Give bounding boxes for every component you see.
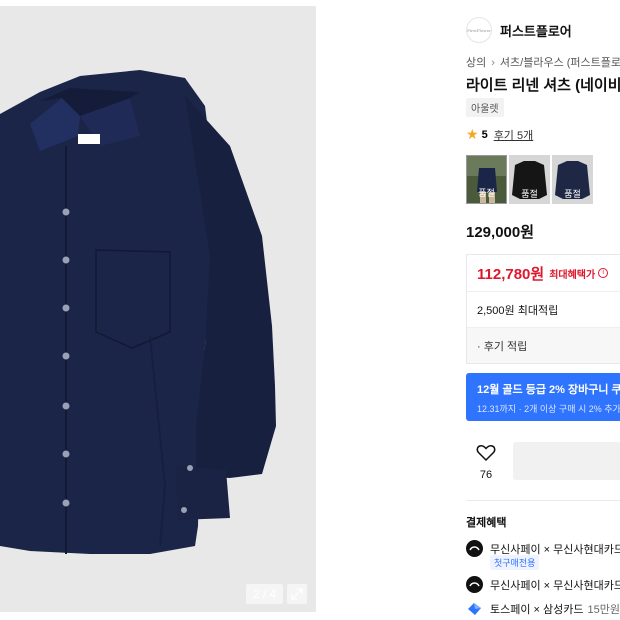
breadcrumb-item[interactable]: 셔츠/블라우스 (퍼스트플로어 <box>500 57 620 69</box>
payment-benefit-text: 무신사페이 × 무신사현대카드 <box>490 579 620 592</box>
gallery-pager: 2 / 4 <box>246 584 308 604</box>
review-count-link[interactable]: 후기 5개 <box>494 127 534 143</box>
purchase-button[interactable] <box>513 442 620 480</box>
points-row: 2,500원 최대적립 <box>467 291 620 327</box>
payment-benefit-row[interactable]: 무신사페이 × 무신사현대카드 <box>466 576 620 593</box>
chevron-right-icon: › <box>491 57 495 69</box>
wishlist-button[interactable]: 76 <box>466 442 506 482</box>
breadcrumb-item[interactable]: 상의 <box>466 57 486 69</box>
original-price: 129,000원 <box>466 224 535 241</box>
max-benefit-price: 112,780원 <box>477 265 545 283</box>
brand-link[interactable]: FirstFlower 퍼스트플로어 <box>466 16 572 44</box>
coupon-banner[interactable]: 12월 골드 등급 2% 장바구니 쿠폰 12.31까지 · 2개 이상 구매 … <box>466 373 620 421</box>
star-icon: ★ <box>466 126 479 142</box>
musinsa-pay-icon <box>466 540 483 557</box>
divider <box>466 500 620 501</box>
payment-benefits-title: 결제혜택 <box>466 517 507 529</box>
gallery-page-count: 2 / 4 <box>246 584 284 604</box>
product-title: 라이트 리넨 셔츠 (네이비) <box>466 77 620 94</box>
benefit-box: 112,780원 최대혜택가 i 2,500원 최대적립 · 후기 적립 <box>466 254 620 364</box>
wishlist-count: 76 <box>479 469 493 481</box>
sold-out-label: 품절 <box>478 188 495 198</box>
thumbnail-model[interactable]: 품절 <box>466 155 507 204</box>
max-benefit-label: 최대혜택가 <box>549 269 596 281</box>
rating: ★ 5 후기 5개 <box>466 126 533 143</box>
max-benefit-row[interactable]: 112,780원 최대혜택가 i <box>467 255 620 291</box>
thumbnail-list: 품절 품절 품절 <box>466 155 593 204</box>
rating-score: 5 <box>481 128 488 141</box>
brand-logo: FirstFlower <box>466 17 492 43</box>
payment-benefit-row[interactable]: 토스페이 × 삼성카드 15만원 이 <box>466 600 620 617</box>
musinsa-pay-icon <box>466 576 483 593</box>
breadcrumb: 상의 › 셔츠/블라우스 (퍼스트플로어 <box>466 54 620 70</box>
heart-icon <box>476 444 496 462</box>
expand-icon[interactable] <box>287 584 308 604</box>
info-icon[interactable]: i <box>598 268 609 278</box>
coupon-subtitle: 12.31까지 · 2개 이상 구매 시 2% 추가 할인 <box>477 404 620 414</box>
product-image-gallery[interactable]: 2 / 4 <box>0 6 316 612</box>
product-info-panel: FirstFlower 퍼스트플로어 상의 › 셔츠/블라우스 (퍼스트플로어 라이… <box>466 0 620 620</box>
sold-out-label: 품절 <box>564 189 581 199</box>
payment-benefit-extra: 15만원 이 <box>587 603 620 616</box>
payment-benefit-text: 토스페이 × 삼성카드 <box>490 603 584 616</box>
toss-pay-icon <box>466 600 483 617</box>
brand-name: 퍼스트플로어 <box>500 23 572 39</box>
sold-out-label: 품절 <box>521 189 538 199</box>
thumbnail-black-shirt[interactable]: 품절 <box>509 155 550 204</box>
thumbnail-navy-shirt[interactable]: 품절 <box>552 155 593 204</box>
coupon-title: 12월 골드 등급 2% 장바구니 쿠폰 <box>477 384 620 396</box>
payment-benefit-row[interactable]: 무신사페이 × 무신사현대카드 <box>466 540 620 557</box>
first-purchase-badge: 첫구매전용 <box>490 555 540 570</box>
review-points-row: · 후기 적립 <box>467 327 620 363</box>
shirt-product-image <box>0 70 276 554</box>
outlet-tag: 아울렛 <box>466 98 504 117</box>
